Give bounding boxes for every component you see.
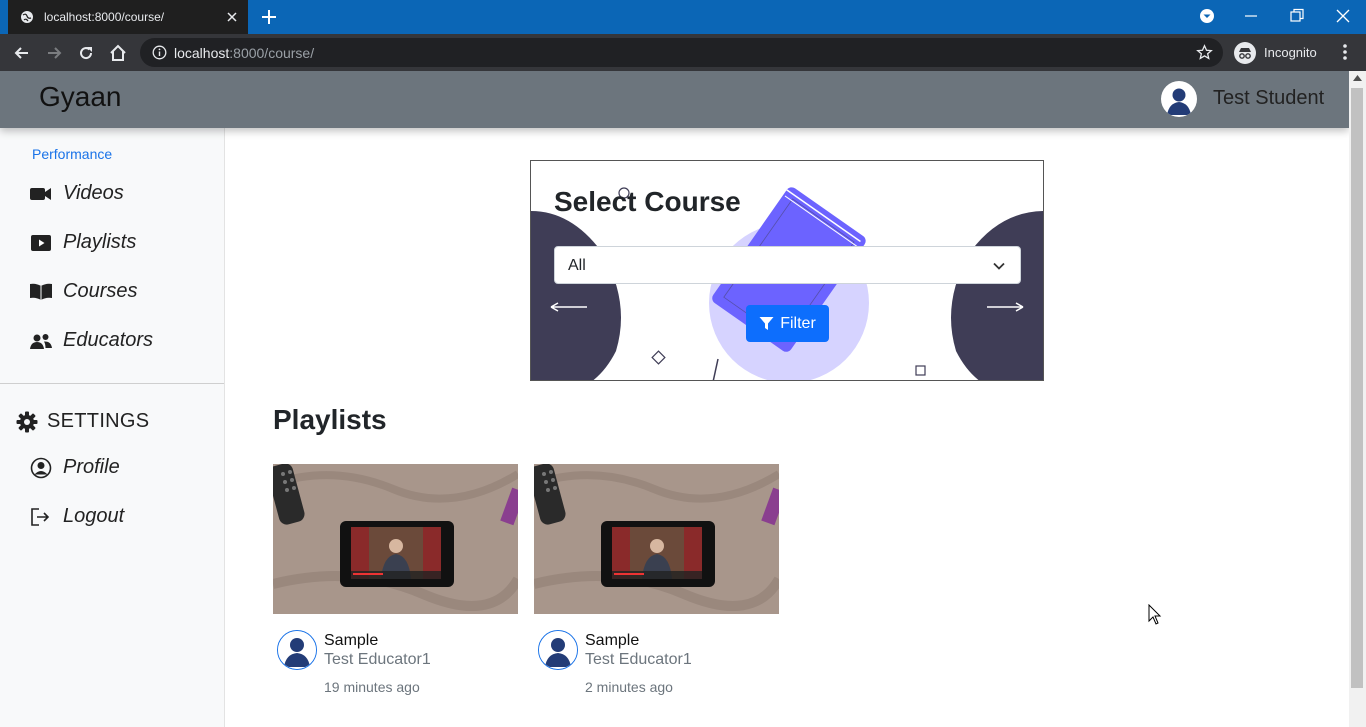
gear-icon	[16, 411, 38, 433]
course-select-dropdown[interactable]: All	[554, 246, 1021, 284]
scroll-up-arrow-icon[interactable]	[1353, 75, 1362, 81]
users-icon	[30, 332, 52, 350]
filter-button[interactable]: Filter	[746, 305, 829, 342]
globe-icon	[21, 11, 33, 23]
tab-title: localhost:8000/course/	[44, 10, 165, 24]
playlists-heading: Playlists	[273, 404, 387, 435]
sidebar-item-videos[interactable]: Videos	[30, 182, 124, 205]
educator-name[interactable]: Test Educator1	[585, 651, 692, 669]
top-navbar: Gyaan Test Student	[0, 71, 1349, 128]
bookmark-star-icon[interactable]	[1196, 44, 1213, 61]
info-icon[interactable]	[152, 45, 167, 60]
banner-title: Select Course	[554, 186, 741, 217]
sidebar-item-label: Profile	[63, 456, 120, 478]
browser-tab[interactable]: localhost:8000/course/	[8, 0, 248, 34]
browser-tabstrip: localhost:8000/course/	[0, 0, 1366, 34]
sidebar-item-performance[interactable]: Performance	[32, 146, 112, 162]
educator-name[interactable]: Test Educator1	[324, 651, 431, 669]
thumbnail-image	[273, 464, 518, 614]
playlist-thumbnail[interactable]	[534, 464, 779, 614]
playlist-timestamp: 2 minutes ago	[585, 679, 673, 695]
close-icon[interactable]	[224, 9, 240, 25]
playlist-title[interactable]: Sample	[585, 632, 639, 650]
sidebar-item-label: Videos	[63, 182, 124, 204]
incognito-label: Incognito	[1264, 45, 1317, 60]
settings-label: SETTINGS	[47, 410, 150, 432]
url-text: localhost:8000/course/	[174, 45, 315, 61]
settings-heading: SETTINGS	[16, 410, 149, 433]
sidebar-item-label: Playlists	[63, 231, 137, 253]
restore-icon[interactable]	[1287, 6, 1307, 26]
sidebar-item-courses[interactable]: Courses	[30, 280, 137, 303]
sidebar-item-logout[interactable]: Logout	[30, 505, 124, 528]
sidebar-item-playlists[interactable]: Playlists	[30, 231, 136, 254]
youtube-play-icon	[30, 234, 52, 252]
scrollbar-thumb[interactable]	[1351, 88, 1363, 688]
tab-search-icon[interactable]	[1197, 6, 1217, 26]
sidebar-item-label: Educators	[63, 329, 154, 351]
window-close-icon[interactable]	[1333, 6, 1353, 26]
course-select-value: All	[568, 257, 586, 274]
playlist-card[interactable]: Sample Test Educator1 19 minutes ago	[273, 464, 518, 695]
browser-toolbar: localhost:8000/course/ Incognito	[0, 34, 1366, 71]
reload-icon[interactable]	[76, 43, 96, 63]
page-scrollbar[interactable]	[1349, 71, 1366, 727]
book-icon	[30, 283, 52, 301]
educator-avatar[interactable]	[538, 630, 578, 670]
user-avatar[interactable]	[1161, 81, 1197, 117]
filter-icon	[759, 317, 774, 330]
sidebar-item-educators[interactable]: Educators	[30, 329, 153, 352]
sidebar-item-profile[interactable]: Profile	[30, 456, 120, 479]
educator-avatar-image	[278, 631, 316, 669]
user-circle-icon	[30, 457, 52, 478]
mouse-cursor-icon	[1148, 604, 1162, 625]
incognito-indicator[interactable]: Incognito	[1234, 38, 1317, 67]
chevron-down-icon	[993, 262, 1005, 270]
educator-avatar[interactable]	[277, 630, 317, 670]
playlist-title[interactable]: Sample	[324, 632, 378, 650]
playlist-timestamp: 19 minutes ago	[324, 679, 420, 695]
thumbnail-image	[534, 464, 779, 614]
video-camera-icon	[30, 185, 52, 203]
back-icon[interactable]	[12, 43, 32, 63]
sidebar: Performance Videos Playlists Courses Edu…	[0, 128, 225, 727]
new-tab-icon[interactable]	[260, 8, 278, 26]
course-select-banner: Select Course All Filter	[530, 160, 1044, 381]
playlist-card[interactable]: Sample Test Educator1 2 minutes ago	[534, 464, 779, 695]
user-name[interactable]: Test Student	[1213, 87, 1324, 110]
playlist-thumbnail[interactable]	[273, 464, 518, 614]
home-icon[interactable]	[108, 43, 128, 63]
more-menu-icon[interactable]	[1336, 42, 1354, 62]
minimize-icon[interactable]	[1241, 6, 1261, 26]
sidebar-item-label: Logout	[63, 505, 125, 527]
user-avatar-image	[1162, 82, 1196, 116]
incognito-icon	[1234, 41, 1256, 64]
sign-out-icon	[30, 507, 52, 526]
filter-label: Filter	[780, 314, 816, 332]
address-bar[interactable]: localhost:8000/course/	[140, 38, 1223, 67]
sidebar-divider	[0, 383, 224, 384]
educator-avatar-image	[539, 631, 577, 669]
forward-icon[interactable]	[44, 43, 64, 63]
web-page: Gyaan Test Student Performance Videos Pl…	[0, 71, 1349, 727]
sidebar-item-label: Courses	[63, 280, 138, 302]
brand-logo[interactable]: Gyaan	[39, 81, 122, 113]
